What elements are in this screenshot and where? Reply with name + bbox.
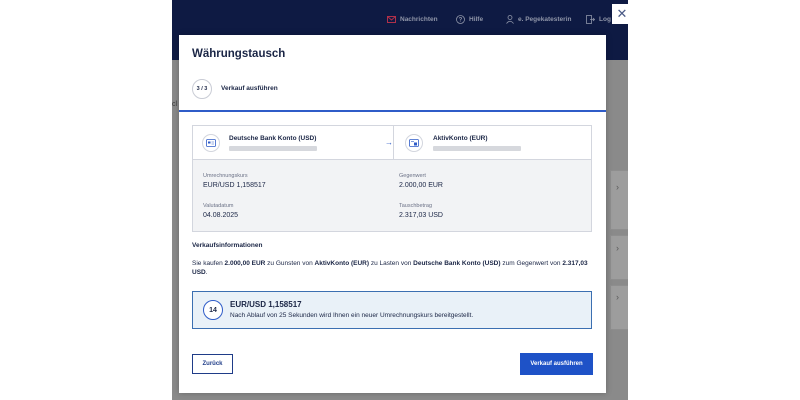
sales-info-text: Sie kaufen 2.000,00 EUR zu Gunsten von A… (192, 259, 592, 277)
from-account-name: Deutsche Bank Konto (USD) (229, 135, 317, 142)
logout-icon (586, 14, 595, 24)
sales-to-account: AktivKonto (EUR) (314, 260, 370, 267)
account-divider (393, 126, 394, 160)
sales-amount-eur: 2.000,00 EUR (224, 260, 266, 267)
to-account-number-masked (433, 146, 521, 151)
nav-messages-label: Nachrichten (400, 15, 438, 23)
countdown-timer: 14 (203, 300, 223, 320)
currency-exchange-dialog: Währungstausch 3 / 3 Verkauf ausführen D… (179, 35, 606, 393)
sales-from-account: Deutsche Bank Konto (USD) (413, 260, 501, 267)
dialog-title: Währungstausch (192, 48, 286, 60)
background-text-fragment: cl (172, 101, 178, 108)
rate-countdown-banner: 14 EUR/USD 1,158517 Nach Ablauf von 25 S… (192, 291, 592, 329)
chevron-right-icon: › (616, 243, 619, 253)
nav-user[interactable]: e. Pegekatesterin (506, 12, 571, 26)
sales-text-part: Sie kaufen (192, 260, 225, 267)
step-indicator: 3 / 3 (192, 79, 212, 99)
background-card (610, 285, 628, 330)
help-icon: ? (456, 14, 465, 24)
nav-help[interactable]: ? Hilfe (456, 12, 483, 26)
exchange-amount: 2.317,03 USD (399, 212, 443, 219)
banner-rate: EUR/USD 1,158517 (230, 300, 302, 309)
sales-text-part: zu Gunsten von (265, 260, 315, 267)
value-date-label: Valutadatum (203, 203, 234, 209)
step-progress-divider (179, 110, 606, 112)
exchange-summary: Deutsche Bank Konto (USD) → AktivKonto (… (192, 125, 592, 232)
to-account-name: AktivKonto (EUR) (433, 135, 488, 142)
chevron-right-icon: › (616, 292, 619, 302)
nav-logout[interactable]: Log (586, 12, 611, 26)
chevron-right-icon: › (616, 182, 619, 192)
nav-logout-label: Log (599, 15, 611, 23)
exchange-amount-label: Tauschbetrag (399, 203, 433, 209)
close-icon[interactable]: ✕ (612, 4, 632, 24)
back-button[interactable]: Zurück (192, 354, 233, 374)
sales-text-part: zu Lasten von (369, 260, 414, 267)
step-label: Verkauf ausführen (221, 85, 278, 92)
from-account-number-masked (229, 146, 317, 151)
execute-sale-button[interactable]: Verkauf ausführen (520, 353, 593, 375)
nav-messages[interactable]: Nachrichten (387, 12, 438, 26)
background-card (610, 235, 628, 280)
value-date: 04.08.2025 (203, 212, 239, 219)
mail-icon (387, 15, 396, 23)
account-row: Deutsche Bank Konto (USD) → AktivKonto (… (193, 126, 591, 160)
counter-value: 2.000,00 EUR (399, 182, 443, 189)
rate-label: Umrechnungskurs (203, 173, 248, 179)
sales-text-part: zum Gegenwert von (500, 260, 563, 267)
sales-info-title: Verkaufsinformationen (192, 242, 263, 249)
user-icon (506, 14, 514, 24)
background-card (610, 170, 628, 230)
rate-value: EUR/USD 1,158517 (203, 182, 266, 189)
banner-note: Nach Ablauf von 25 Sekunden wird Ihnen e… (230, 312, 474, 319)
sales-text-part: . (205, 269, 208, 276)
arrow-right-icon: → (385, 138, 393, 147)
nav-user-label: e. Pegekatesterin (518, 15, 572, 23)
counter-value-label: Gegenwert (399, 173, 426, 179)
bank-card-icon (405, 134, 423, 152)
bank-card-icon (202, 134, 220, 152)
svg-text:?: ? (459, 17, 463, 23)
nav-help-label: Hilfe (469, 15, 484, 23)
